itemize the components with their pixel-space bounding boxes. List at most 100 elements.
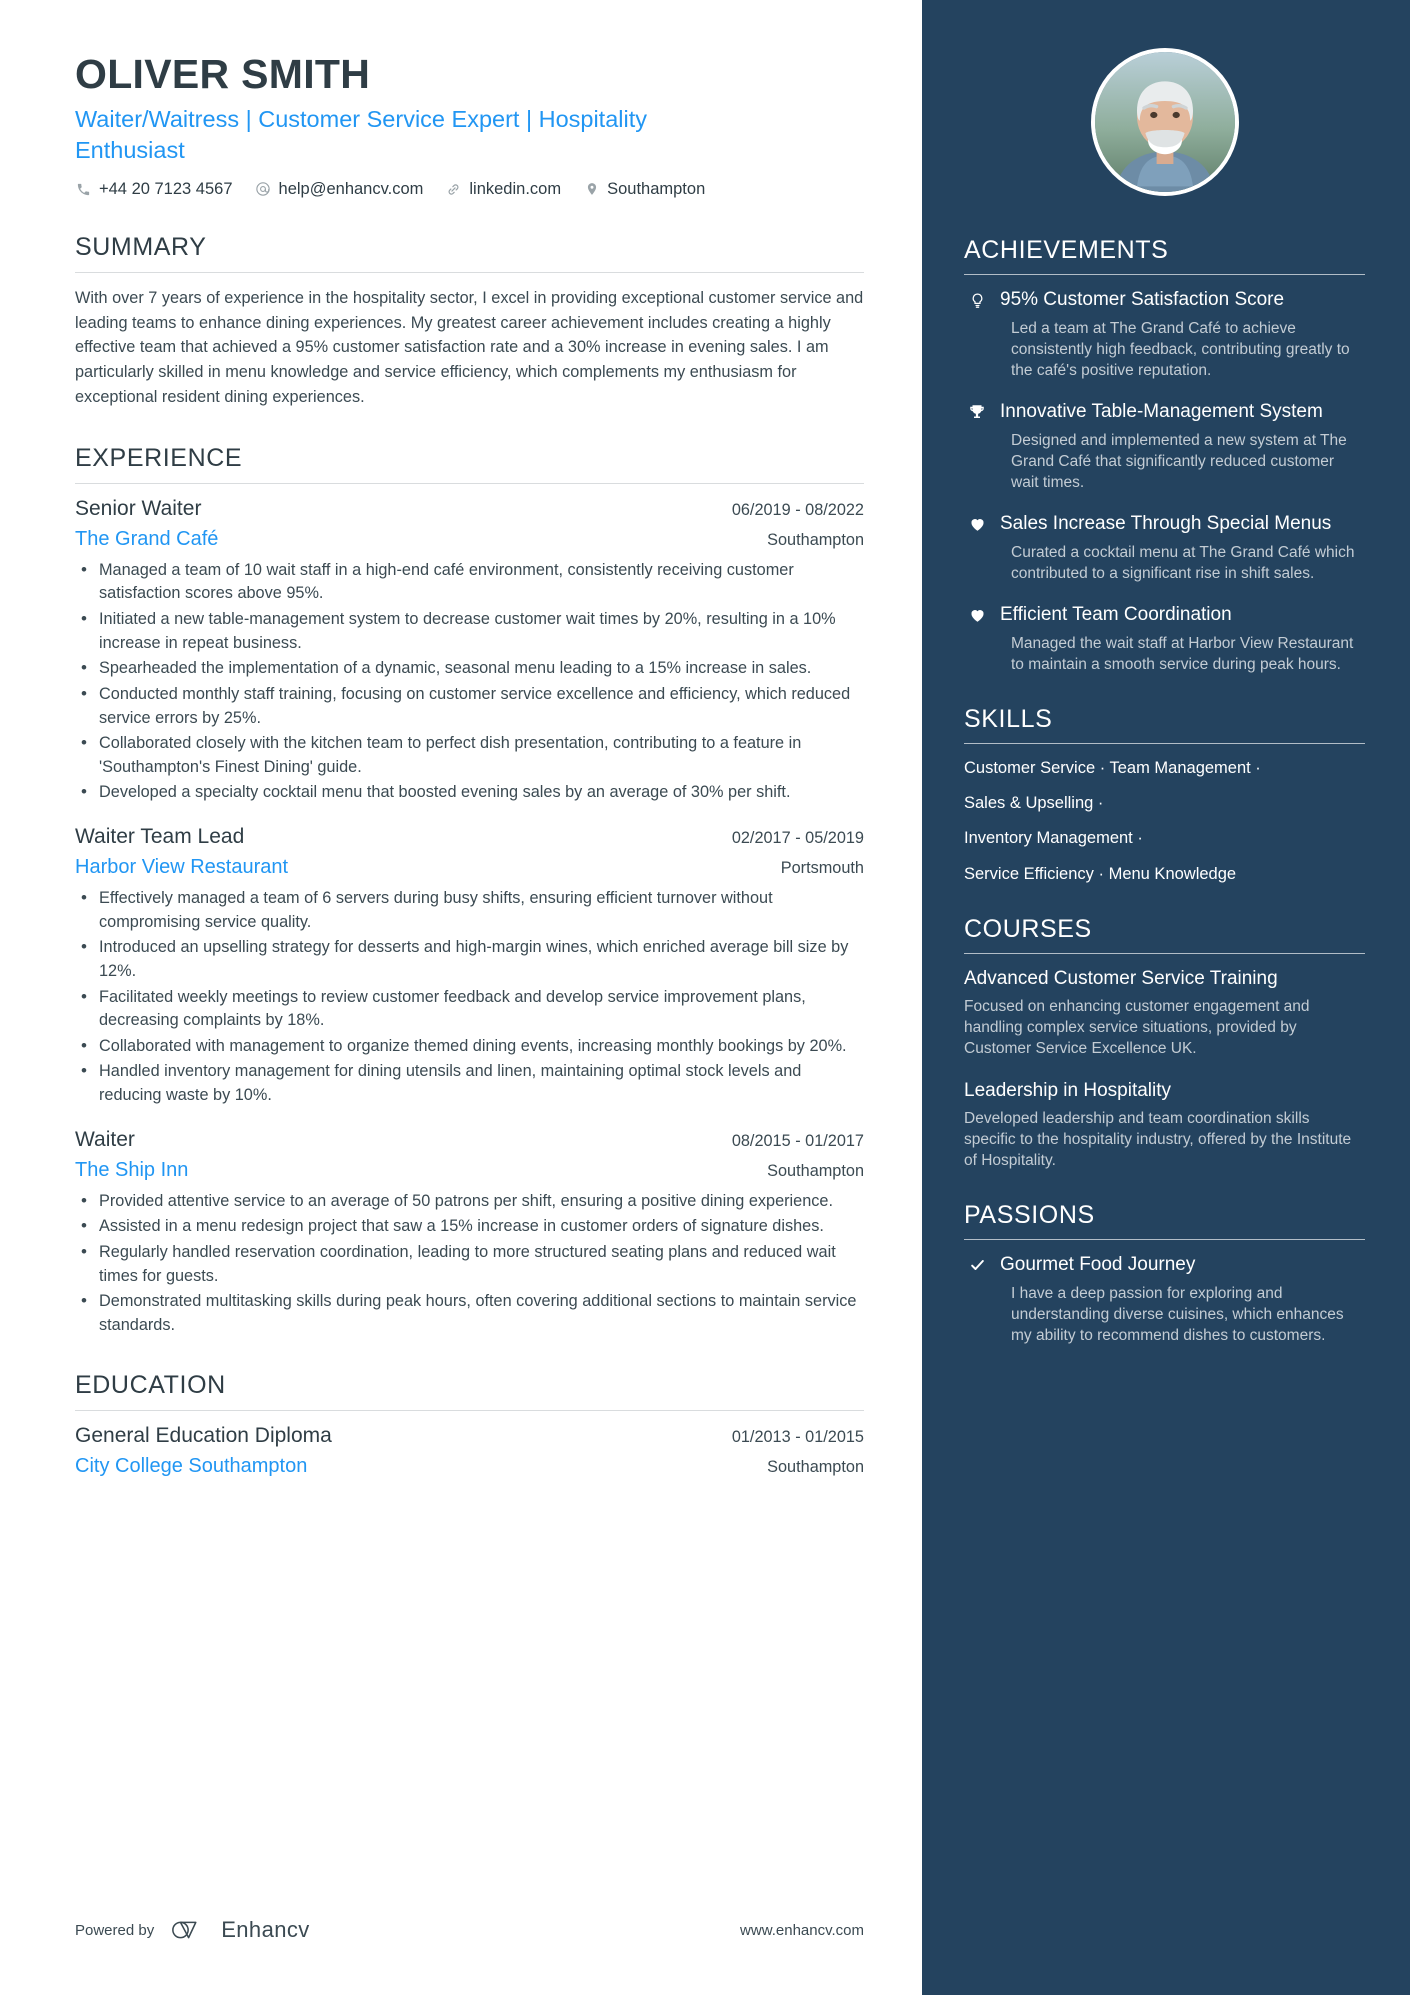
job-title: Senior Waiter xyxy=(75,496,202,520)
location-pin-icon xyxy=(583,181,600,198)
experience-entry: Senior Waiter 06/2019 - 08/2022 The Gran… xyxy=(75,497,864,805)
contact-email-value: help@enhancv.com xyxy=(278,179,424,198)
education-divider xyxy=(75,1410,864,1412)
job-dates: 08/2015 - 01/2017 xyxy=(731,1131,864,1150)
job-bullet-list: Effectively managed a team of 6 servers … xyxy=(75,886,864,1108)
achievement-title: 95% Customer Satisfaction Score xyxy=(1000,289,1285,310)
achievement-body: Innovative Table-Management System Desig… xyxy=(990,400,1365,493)
list-item: Gourmet Food Journey I have a deep passi… xyxy=(964,1253,1365,1346)
job-company[interactable]: Harbor View Restaurant xyxy=(75,856,288,879)
achievements-divider xyxy=(964,274,1365,275)
skill-line: Inventory Management · xyxy=(964,829,1143,848)
course-description: Focused on enhancing customer engagement… xyxy=(964,997,1310,1057)
list-item: Sales Increase Through Special Menus Cur… xyxy=(964,512,1365,584)
skill-line: Service Efficiency · Menu Knowledge xyxy=(964,864,1237,883)
achievement-title: Sales Increase Through Special Menus xyxy=(1000,512,1332,534)
list-item: Handled inventory management for dining … xyxy=(75,1059,864,1107)
email-icon xyxy=(255,181,272,198)
job-dates: 06/2019 - 08/2022 xyxy=(731,500,864,519)
contact-location: Southampton xyxy=(583,180,705,199)
contact-phone-value: +44 20 7123 4567 xyxy=(99,179,233,198)
page-title: OLIVER SMITH xyxy=(75,51,371,97)
education-entry-header: General Education Diploma 01/2013 - 01/2… xyxy=(75,1424,864,1448)
list-item: Developed a specialty cocktail menu that… xyxy=(75,780,864,805)
phone-icon xyxy=(75,181,92,198)
achievement-description: Managed the wait staff at Harbor View Re… xyxy=(1011,634,1354,673)
main-column: OLIVER SMITH Waiter/Waitress | Customer … xyxy=(0,0,922,1995)
list-item: Collaborated closely with the kitchen te… xyxy=(75,731,864,779)
lightbulb-icon xyxy=(964,288,990,381)
skill-line: Sales & Upselling · xyxy=(964,794,1104,813)
achievement-body: 95% Customer Satisfaction Score Led a te… xyxy=(990,288,1365,381)
section-achievements: ACHIEVEMENTS 95% Customer Satisfaction S… xyxy=(964,236,1365,675)
passion-title: Gourmet Food Journey xyxy=(1000,1253,1196,1275)
section-courses: COURSES Advanced Customer Service Traini… xyxy=(964,915,1365,1171)
check-icon xyxy=(964,1253,990,1346)
list-item: Effectively managed a team of 6 servers … xyxy=(75,886,864,934)
job-company[interactable]: The Ship Inn xyxy=(75,1159,188,1182)
contact-linkedin[interactable]: linkedin.com xyxy=(445,180,561,199)
experience-entry: Waiter Team Lead 02/2017 - 05/2019 Harbo… xyxy=(75,825,864,1108)
experience-entry-header: Waiter Team Lead 02/2017 - 05/2019 xyxy=(75,825,864,849)
list-item: Advanced Customer Service Training Focus… xyxy=(964,967,1365,1059)
summary-heading: SUMMARY xyxy=(75,232,207,261)
job-company[interactable]: The Grand Café xyxy=(75,528,218,551)
experience-entry-subheader: Harbor View Restaurant Portsmouth xyxy=(75,856,864,879)
list-item: Initiated a new table-management system … xyxy=(75,607,864,655)
degree-dates: 01/2013 - 01/2015 xyxy=(731,1428,864,1447)
contact-phone[interactable]: +44 20 7123 4567 xyxy=(75,180,233,199)
list-item: Managed a team of 10 wait staff in a hig… xyxy=(75,558,864,606)
experience-heading: EXPERIENCE xyxy=(75,443,243,472)
school-name[interactable]: City College Southampton xyxy=(75,1455,307,1478)
skills-heading: SKILLS xyxy=(964,704,1053,733)
list-item: Collaborated with management to organize… xyxy=(75,1034,864,1059)
achievement-description: Led a team at The Grand Café to achieve … xyxy=(1011,319,1350,379)
achievement-title: Efficient Team Coordination xyxy=(1000,603,1232,625)
education-entry: General Education Diploma 01/2013 - 01/2… xyxy=(75,1424,864,1478)
courses-heading: COURSES xyxy=(964,914,1092,943)
avatar xyxy=(1090,48,1239,196)
course-title: Leadership in Hospitality xyxy=(964,1079,1172,1101)
list-item: Demonstrated multitasking skills during … xyxy=(75,1289,864,1337)
experience-entry: Waiter 08/2015 - 01/2017 The Ship Inn So… xyxy=(75,1128,864,1338)
experience-divider xyxy=(75,482,864,484)
skills-divider xyxy=(964,742,1365,744)
section-experience: EXPERIENCE Senior Waiter 06/2019 - 08/20… xyxy=(75,444,864,1338)
contact-email[interactable]: help@enhancv.com xyxy=(255,179,424,199)
experience-entry-subheader: The Ship Inn Southampton xyxy=(75,1159,864,1182)
list-item: Leadership in Hospitality Developed lead… xyxy=(964,1079,1365,1171)
job-title: Waiter xyxy=(75,1127,135,1151)
course-description: Developed leadership and team coordinati… xyxy=(964,1109,1352,1169)
contact-location-value: Southampton xyxy=(607,179,706,198)
experience-entry-header: Waiter 08/2015 - 01/2017 xyxy=(75,1128,864,1152)
heart-icon xyxy=(964,603,990,675)
achievement-title: Innovative Table-Management System xyxy=(1000,400,1323,422)
courses-divider xyxy=(964,952,1365,954)
school-location: Southampton xyxy=(767,1458,864,1477)
list-item: Innovative Table-Management System Desig… xyxy=(964,400,1365,493)
job-dates: 02/2017 - 05/2019 xyxy=(731,829,864,848)
passions-divider xyxy=(964,1238,1365,1240)
section-skills: SKILLS Customer Service · Team Managemen… xyxy=(964,705,1365,885)
list-item: Introduced an upselling strategy for des… xyxy=(75,935,864,983)
degree-title: General Education Diploma xyxy=(75,1424,332,1448)
job-location: Southampton xyxy=(767,1161,864,1180)
education-entry-subheader: City College Southampton Southampton xyxy=(75,1455,864,1478)
passions-heading: PASSIONS xyxy=(964,1200,1095,1229)
achievement-body: Sales Increase Through Special Menus Cur… xyxy=(990,512,1365,584)
skill-line: Customer Service · Team Management · xyxy=(964,758,1261,777)
brand-name: Enhancv xyxy=(221,1917,310,1942)
list-item: Spearheaded the implementation of a dyna… xyxy=(75,656,864,681)
list-item: Provided attentive service to an average… xyxy=(75,1189,864,1214)
heart-icon xyxy=(964,512,990,584)
powered-by-block: Powered by Enhancv xyxy=(75,1917,310,1943)
list-item: Efficient Team Coordination Managed the … xyxy=(964,603,1365,675)
summary-divider xyxy=(75,271,864,273)
summary-text: With over 7 years of experience in the h… xyxy=(75,288,864,406)
job-location: Southampton xyxy=(767,530,864,549)
sidebar: ACHIEVEMENTS 95% Customer Satisfaction S… xyxy=(922,0,1410,1995)
section-passions: PASSIONS Gourmet Food Journey I have a d… xyxy=(964,1201,1365,1346)
professional-headline: Waiter/Waitress | Customer Service Exper… xyxy=(75,105,647,163)
resume-page: OLIVER SMITH Waiter/Waitress | Customer … xyxy=(0,0,1410,1995)
link-icon xyxy=(445,181,462,198)
